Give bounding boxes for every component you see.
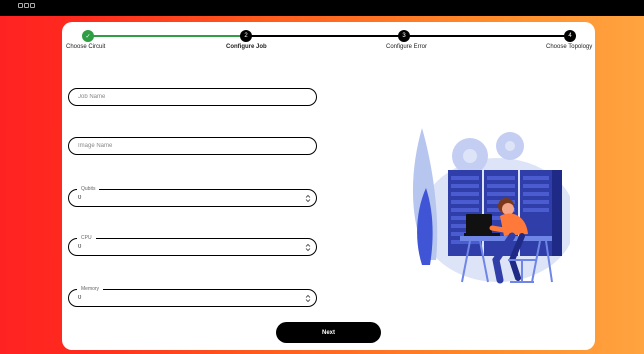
memory-stepper-icon[interactable] bbox=[305, 294, 311, 303]
step-3-icon[interactable]: 3 bbox=[398, 30, 410, 42]
cpu-label: CPU bbox=[77, 235, 96, 241]
memory-label: Memory bbox=[77, 286, 104, 292]
step-label-choose-circuit: Choose Circuit bbox=[66, 44, 106, 50]
memory-field[interactable]: Memory bbox=[68, 286, 317, 307]
server-room-illustration bbox=[412, 128, 570, 284]
step-label-configure-error: Configure Error bbox=[386, 44, 428, 50]
stepper-line-done bbox=[88, 35, 240, 37]
image-name-field[interactable] bbox=[68, 137, 317, 155]
step-label-choose-topology: Choose Topology bbox=[546, 44, 593, 50]
qubits-input[interactable] bbox=[78, 193, 278, 203]
memory-input[interactable] bbox=[78, 293, 278, 303]
step-4-icon[interactable]: 4 bbox=[564, 30, 576, 42]
job-name-field[interactable] bbox=[68, 88, 317, 106]
step-2-icon[interactable]: 2 bbox=[240, 30, 252, 42]
app-logo-icon[interactable] bbox=[18, 3, 35, 8]
next-button[interactable]: Next bbox=[276, 322, 381, 343]
job-name-input[interactable] bbox=[78, 92, 278, 102]
cpu-input[interactable] bbox=[78, 242, 278, 252]
qubits-field[interactable]: Qubits bbox=[68, 186, 317, 207]
top-bar bbox=[0, 0, 644, 16]
qubits-stepper-icon[interactable] bbox=[305, 194, 311, 203]
step-label-configure-job: Configure Job bbox=[226, 44, 267, 50]
image-name-input[interactable] bbox=[78, 141, 278, 151]
wizard-card: ✓ 2 3 4 Choose Circuit Configure Job Con… bbox=[62, 22, 595, 350]
stepper: ✓ 2 3 4 Choose Circuit Configure Job Con… bbox=[62, 22, 595, 54]
cpu-stepper-icon[interactable] bbox=[305, 243, 311, 252]
cpu-field[interactable]: CPU bbox=[68, 235, 317, 256]
qubits-label: Qubits bbox=[77, 186, 100, 192]
step-1-check-icon[interactable]: ✓ bbox=[82, 30, 94, 42]
